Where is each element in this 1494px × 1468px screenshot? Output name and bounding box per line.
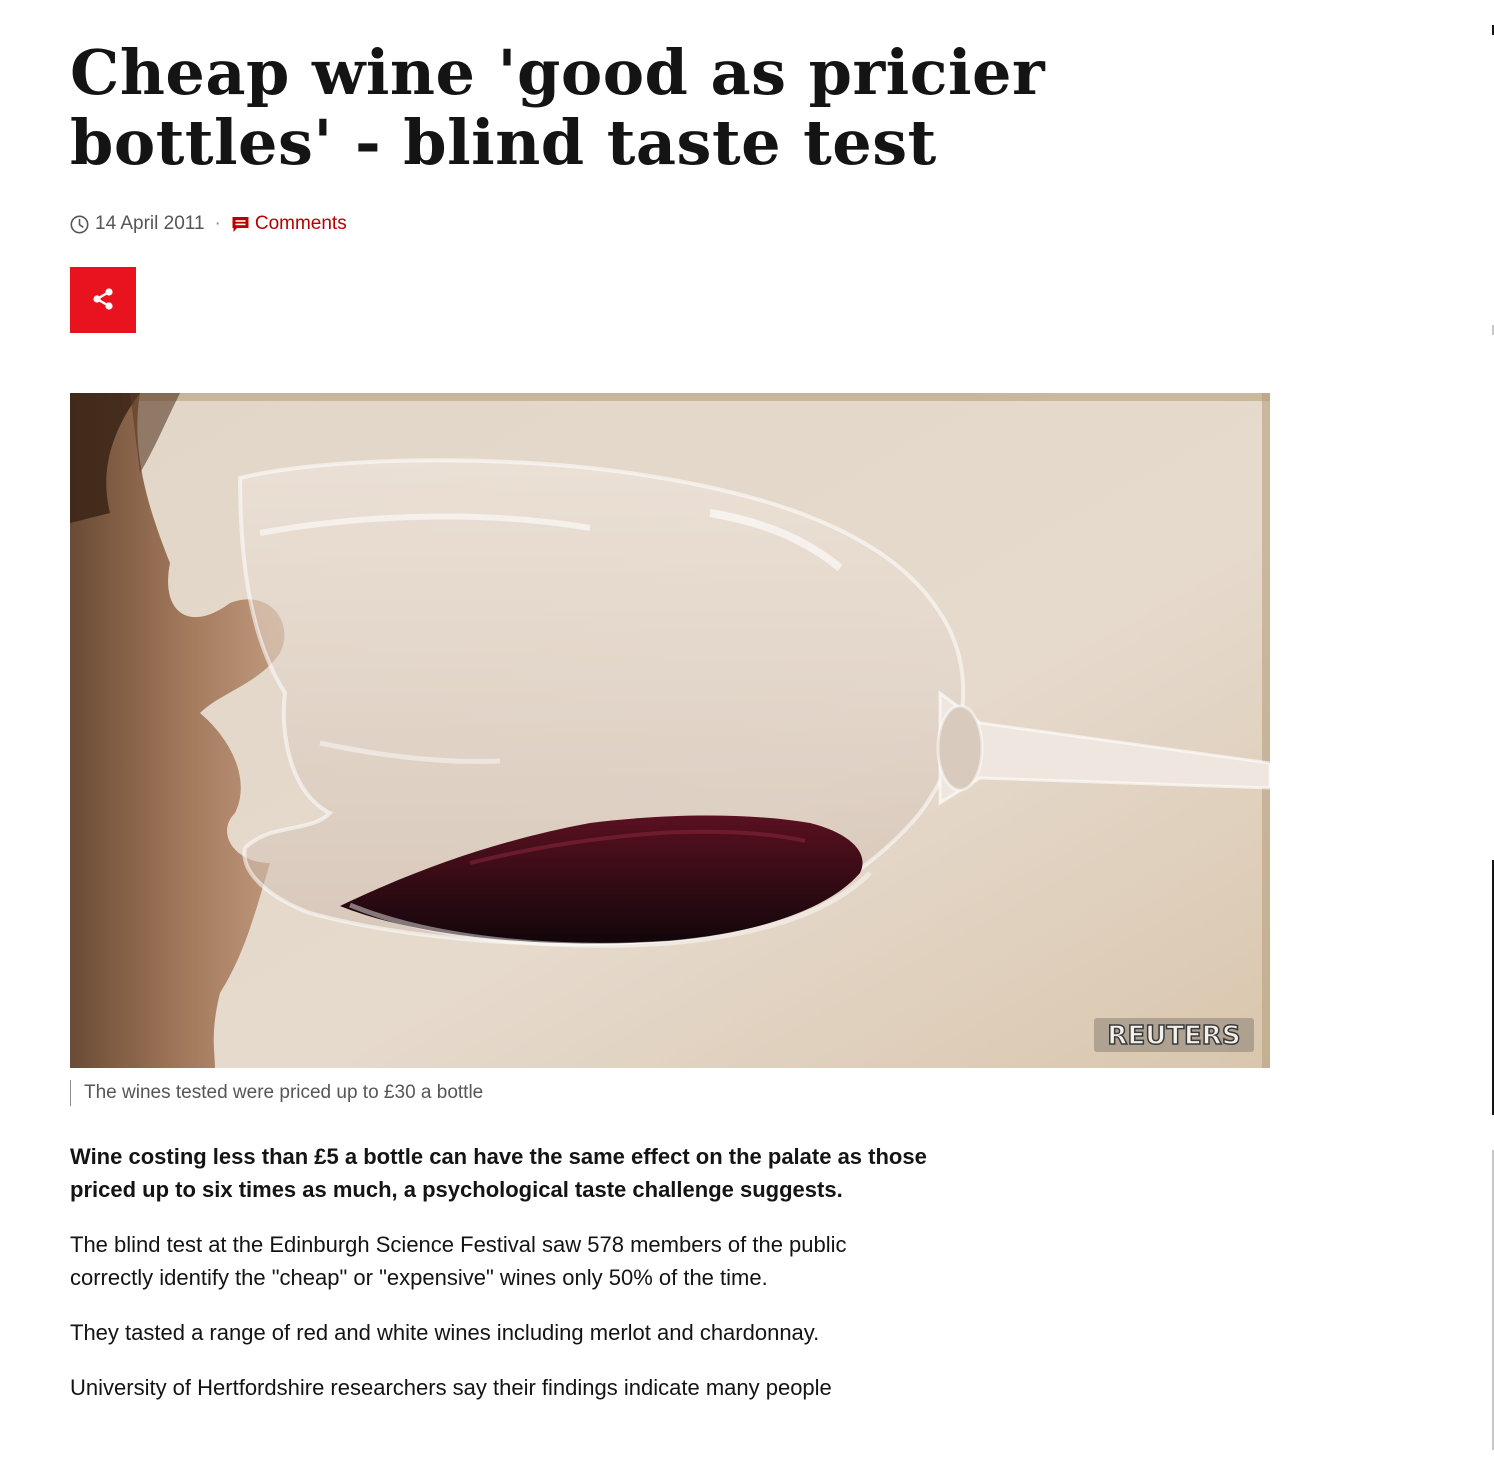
article-headline: Cheap wine 'good as pricier bottles' - b… [70, 36, 1046, 179]
article-intro-paragraph: Wine costing less than £5 a bottle can h… [70, 1144, 927, 1202]
share-button[interactable] [70, 267, 136, 333]
article-paragraph: University of Hertfordshire researchers … [70, 1375, 832, 1400]
meta-separator: · [214, 213, 221, 234]
comments-link[interactable]: Comments [231, 213, 347, 235]
image-watermark: REUTERS [1107, 1021, 1240, 1051]
article-body: Wine costing less than £5 a bottle can h… [70, 1140, 930, 1426]
article-date: 14 April 2011 [95, 213, 205, 234]
share-icon [89, 285, 117, 316]
image-caption: The wines tested were priced up to £30 a… [70, 1080, 483, 1106]
article-paragraph: The blind test at the Edinburgh Science … [70, 1232, 847, 1290]
clock-icon [70, 215, 89, 234]
comments-icon [231, 215, 250, 234]
article-meta: 14 April 2011 · Comments [70, 211, 347, 237]
article-paragraph: They tasted a range of red and white win… [70, 1320, 820, 1345]
hero-image: REUTERS [70, 393, 1270, 1068]
comments-label: Comments [254, 213, 347, 234]
